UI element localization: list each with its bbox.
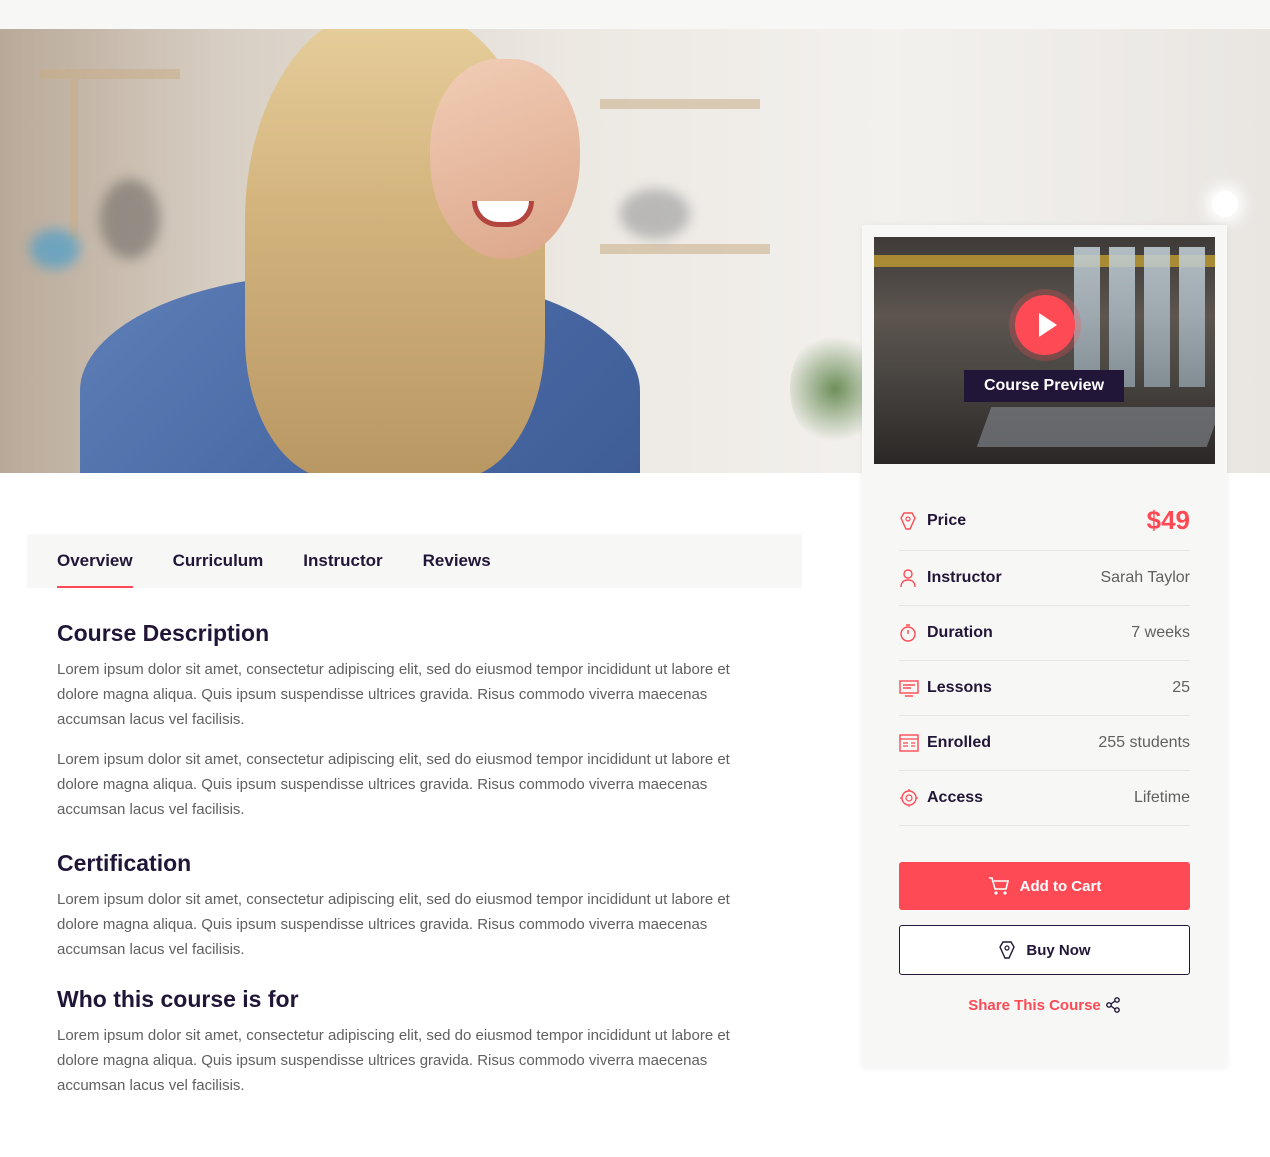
info-row-duration: Duration 7 weeks [899,606,1190,661]
access-icon [899,788,927,808]
section-paragraph: Lorem ipsum dolor sit amet, consectetur … [57,751,730,818]
info-row-instructor: Instructor Sarah Taylor [899,551,1190,606]
section-paragraph: Lorem ipsum dolor sit amet, consectetur … [57,891,730,958]
course-sidebar: Course Preview Price $49 Instructor Sara… [862,225,1227,1068]
course-preview-video[interactable]: Course Preview [874,237,1215,464]
info-value: 255 students [1098,734,1190,751]
info-row-access: Access Lifetime [899,771,1190,826]
enrolled-icon [899,734,927,752]
info-label: Price [927,511,967,529]
certification-section: Certification Lorem ipsum dolor sit amet… [57,850,772,962]
info-value: Sarah Taylor [1100,569,1190,586]
info-value: Lifetime [1133,789,1190,806]
info-row-price: Price $49 [899,491,1190,551]
audience-section: Who this course is for Lorem ipsum dolor… [57,986,772,1098]
share-icon [1105,997,1120,1013]
buy-now-label: Buy Now [1026,941,1091,959]
info-label: Duration [927,624,993,641]
instructor-icon [899,568,927,588]
section-paragraph: Lorem ipsum dolor sit amet, consectetur … [57,661,730,728]
info-label: Lessons [927,679,992,696]
play-icon[interactable] [1015,295,1075,355]
price-tag-icon [899,511,927,531]
cart-icon [988,877,1009,895]
info-value: 7 weeks [1131,624,1190,641]
buy-now-button[interactable]: Buy Now [899,925,1190,975]
course-tabs: Overview Curriculum Instructor Reviews [27,534,802,588]
tab-reviews[interactable]: Reviews [423,534,491,588]
section-heading: Certification [57,850,192,876]
add-to-cart-button[interactable]: Add to Cart [899,862,1190,910]
section-heading: Who this course is for [57,986,299,1012]
add-to-cart-label: Add to Cart [1019,877,1102,895]
stopwatch-icon [899,623,927,643]
lessons-icon [899,679,927,697]
course-preview-label: Course Preview [964,370,1124,402]
info-row-lessons: Lessons 25 [899,661,1190,716]
price-value: $49 [1146,505,1190,535]
section-heading: Course Description [57,620,270,646]
info-row-enrolled: Enrolled 255 students [899,716,1190,771]
info-value: 25 [1172,679,1190,696]
section-paragraph: Lorem ipsum dolor sit amet, consectetur … [57,1027,730,1094]
tab-curriculum[interactable]: Curriculum [173,534,264,588]
course-info-list: Price $49 Instructor Sarah Taylor Durati… [899,491,1190,826]
info-label: Instructor [927,569,1002,586]
info-label: Access [927,789,984,806]
share-course-link[interactable]: Share This Course [862,997,1227,1014]
tab-overview[interactable]: Overview [57,534,133,588]
tab-instructor[interactable]: Instructor [303,534,382,588]
top-strip [0,0,1270,29]
course-description-section: Course Description Lorem ipsum dolor sit… [57,620,772,822]
info-label: Enrolled [927,734,992,751]
price-tag-icon [999,941,1016,959]
overview-content: Course Description Lorem ipsum dolor sit… [57,620,772,1122]
share-label: Share This Course [968,997,1101,1014]
